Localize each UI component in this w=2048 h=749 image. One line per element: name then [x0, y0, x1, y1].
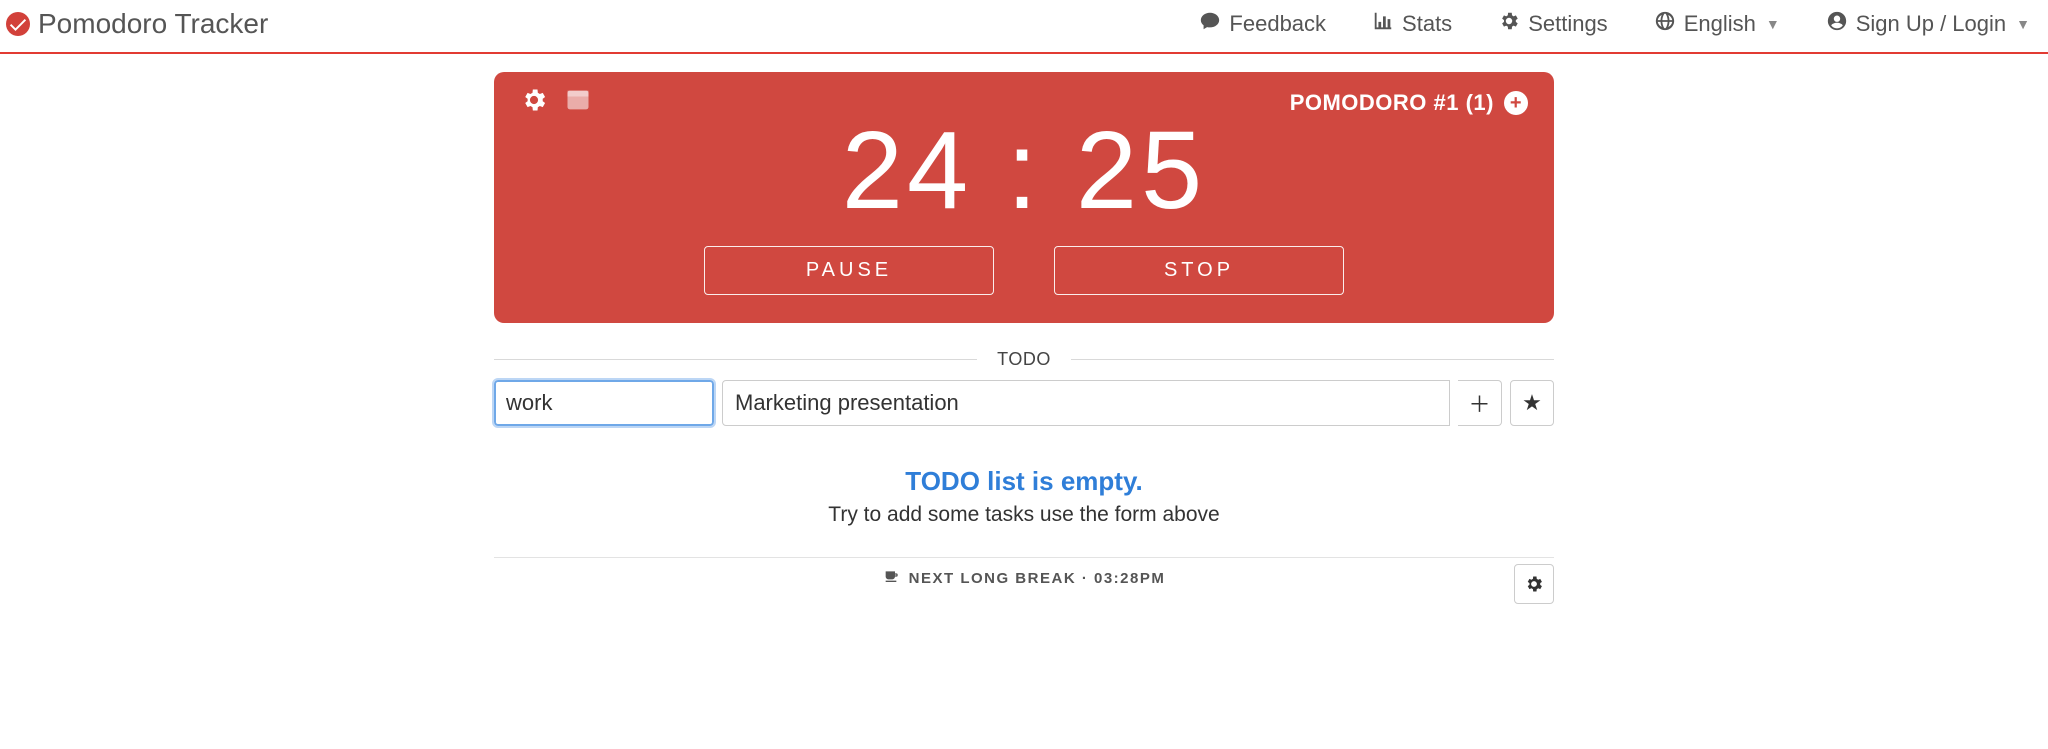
timer-display: 24 : 25: [520, 107, 1528, 234]
pomodoro-label: POMODORO #1 (1): [1290, 90, 1494, 116]
todo-heading: TODO: [977, 349, 1071, 370]
brand[interactable]: Pomodoro Tracker: [6, 8, 268, 40]
gear-icon: [1498, 10, 1520, 38]
coffee-icon: [883, 568, 899, 588]
timer-card: POMODORO #1 (1) + 24 : 25 PAUSE STOP: [494, 72, 1554, 323]
timer-controls: PAUSE STOP: [520, 246, 1528, 295]
pomodoro-counter: POMODORO #1 (1) +: [1290, 90, 1528, 116]
nav-settings[interactable]: Settings: [1498, 10, 1608, 38]
pause-button[interactable]: PAUSE: [704, 246, 994, 295]
list-settings-button[interactable]: [1514, 564, 1554, 604]
globe-icon: [1654, 10, 1676, 38]
task-input-row: ＋ ★: [494, 380, 1554, 426]
chat-icon: [1199, 10, 1221, 38]
nav-auth[interactable]: Sign Up / Login ▼: [1826, 10, 2030, 38]
navbar: Pomodoro Tracker Feedback Stats Settings…: [0, 0, 2048, 54]
favorite-task-button[interactable]: ★: [1510, 380, 1554, 426]
chevron-down-icon: ▼: [1766, 16, 1780, 32]
nav-language[interactable]: English ▼: [1654, 10, 1780, 38]
nav-right: Feedback Stats Settings English ▼ Sign U…: [1199, 10, 2038, 38]
todo-heading-divider: TODO: [494, 349, 1554, 370]
user-icon: [1826, 10, 1848, 38]
nav-language-label: English: [1684, 11, 1756, 37]
brand-logo-icon: [6, 12, 30, 36]
nav-auth-label: Sign Up / Login: [1856, 11, 2006, 37]
nav-feedback-label: Feedback: [1229, 11, 1326, 37]
task-input[interactable]: [722, 380, 1450, 426]
chevron-down-icon: ▼: [2016, 16, 2030, 32]
next-break-info: NEXT LONG BREAK · 03:28PM: [883, 568, 1166, 588]
timer-settings-button[interactable]: [520, 86, 548, 119]
empty-title: TODO list is empty.: [494, 466, 1554, 497]
brand-title: Pomodoro Tracker: [38, 8, 268, 40]
main-container: POMODORO #1 (1) + 24 : 25 PAUSE STOP TOD…: [494, 72, 1554, 598]
empty-subtitle: Try to add some tasks use the form above: [494, 503, 1554, 527]
compact-view-button[interactable]: [564, 86, 592, 119]
star-icon: ★: [1522, 390, 1542, 416]
category-input[interactable]: [494, 380, 714, 426]
nav-settings-label: Settings: [1528, 11, 1608, 37]
nav-feedback[interactable]: Feedback: [1199, 10, 1326, 38]
nav-stats[interactable]: Stats: [1372, 10, 1452, 38]
empty-state: TODO list is empty. Try to add some task…: [494, 466, 1554, 527]
stop-button[interactable]: STOP: [1054, 246, 1344, 295]
plus-icon: ＋: [1468, 387, 1490, 419]
chart-icon: [1372, 10, 1394, 38]
add-pomodoro-button[interactable]: +: [1504, 91, 1528, 115]
add-task-button[interactable]: ＋: [1458, 380, 1502, 426]
next-break-text: NEXT LONG BREAK · 03:28PM: [909, 570, 1166, 587]
nav-stats-label: Stats: [1402, 11, 1452, 37]
footer-strip: NEXT LONG BREAK · 03:28PM: [494, 557, 1554, 598]
